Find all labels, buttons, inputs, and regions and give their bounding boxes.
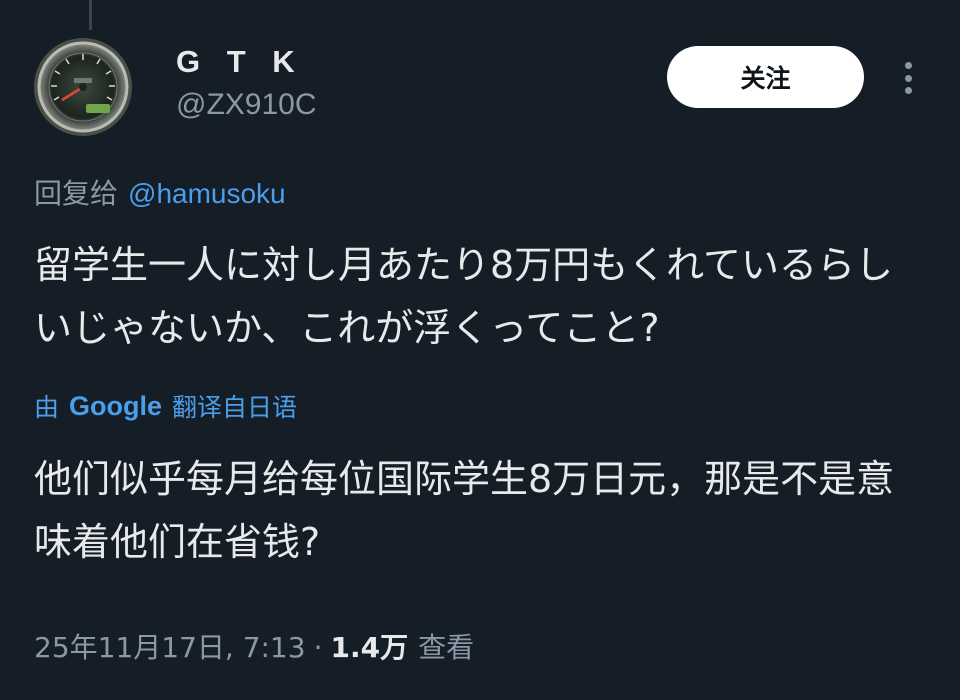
- translation-attribution: 由 Google 翻译自日语: [34, 388, 297, 424]
- reply-mention-link[interactable]: @hamusoku: [128, 178, 286, 209]
- translation-prefix: 由: [34, 393, 60, 422]
- tweet-detail: G T K @ZX910C 关注 回复给 @hamusoku 留学生一人に対し月あ…: [0, 0, 960, 700]
- translated-text: 他们似乎每月给每位国际学生8万日元，那是不是意味着他们在省钱?: [34, 457, 895, 564]
- google-logo: Google: [69, 390, 163, 421]
- follow-button[interactable]: 关注: [667, 46, 864, 108]
- translated-from-link[interactable]: 翻译自日语: [172, 388, 297, 424]
- meta-separator: ·: [313, 631, 323, 664]
- tweet-meta: 25年11月17日, 7:13 · 1.4万 查看: [34, 626, 474, 666]
- thread-connector-line: [89, 0, 92, 30]
- tweet-text: 留学生一人に対し月あたり8万円もくれているらしいじゃないか、これが浮くってこと?: [34, 243, 894, 350]
- more-dot: [904, 74, 912, 82]
- more-dot: [904, 62, 912, 69]
- more-vertical-icon[interactable]: [894, 56, 922, 100]
- author-handle[interactable]: @ZX910C: [176, 88, 317, 122]
- views-label: 查看: [418, 631, 475, 664]
- author-display-name[interactable]: G T K: [176, 44, 304, 80]
- speedometer-icon: [34, 38, 132, 136]
- reply-context: 回复给 @hamusoku: [34, 172, 286, 212]
- more-dot: [904, 87, 912, 94]
- avatar[interactable]: [34, 38, 132, 136]
- timestamp[interactable]: 25年11月17日, 7:13: [34, 626, 306, 666]
- views-count: 1.4万: [330, 631, 409, 664]
- reply-prefix: 回复给: [34, 177, 119, 210]
